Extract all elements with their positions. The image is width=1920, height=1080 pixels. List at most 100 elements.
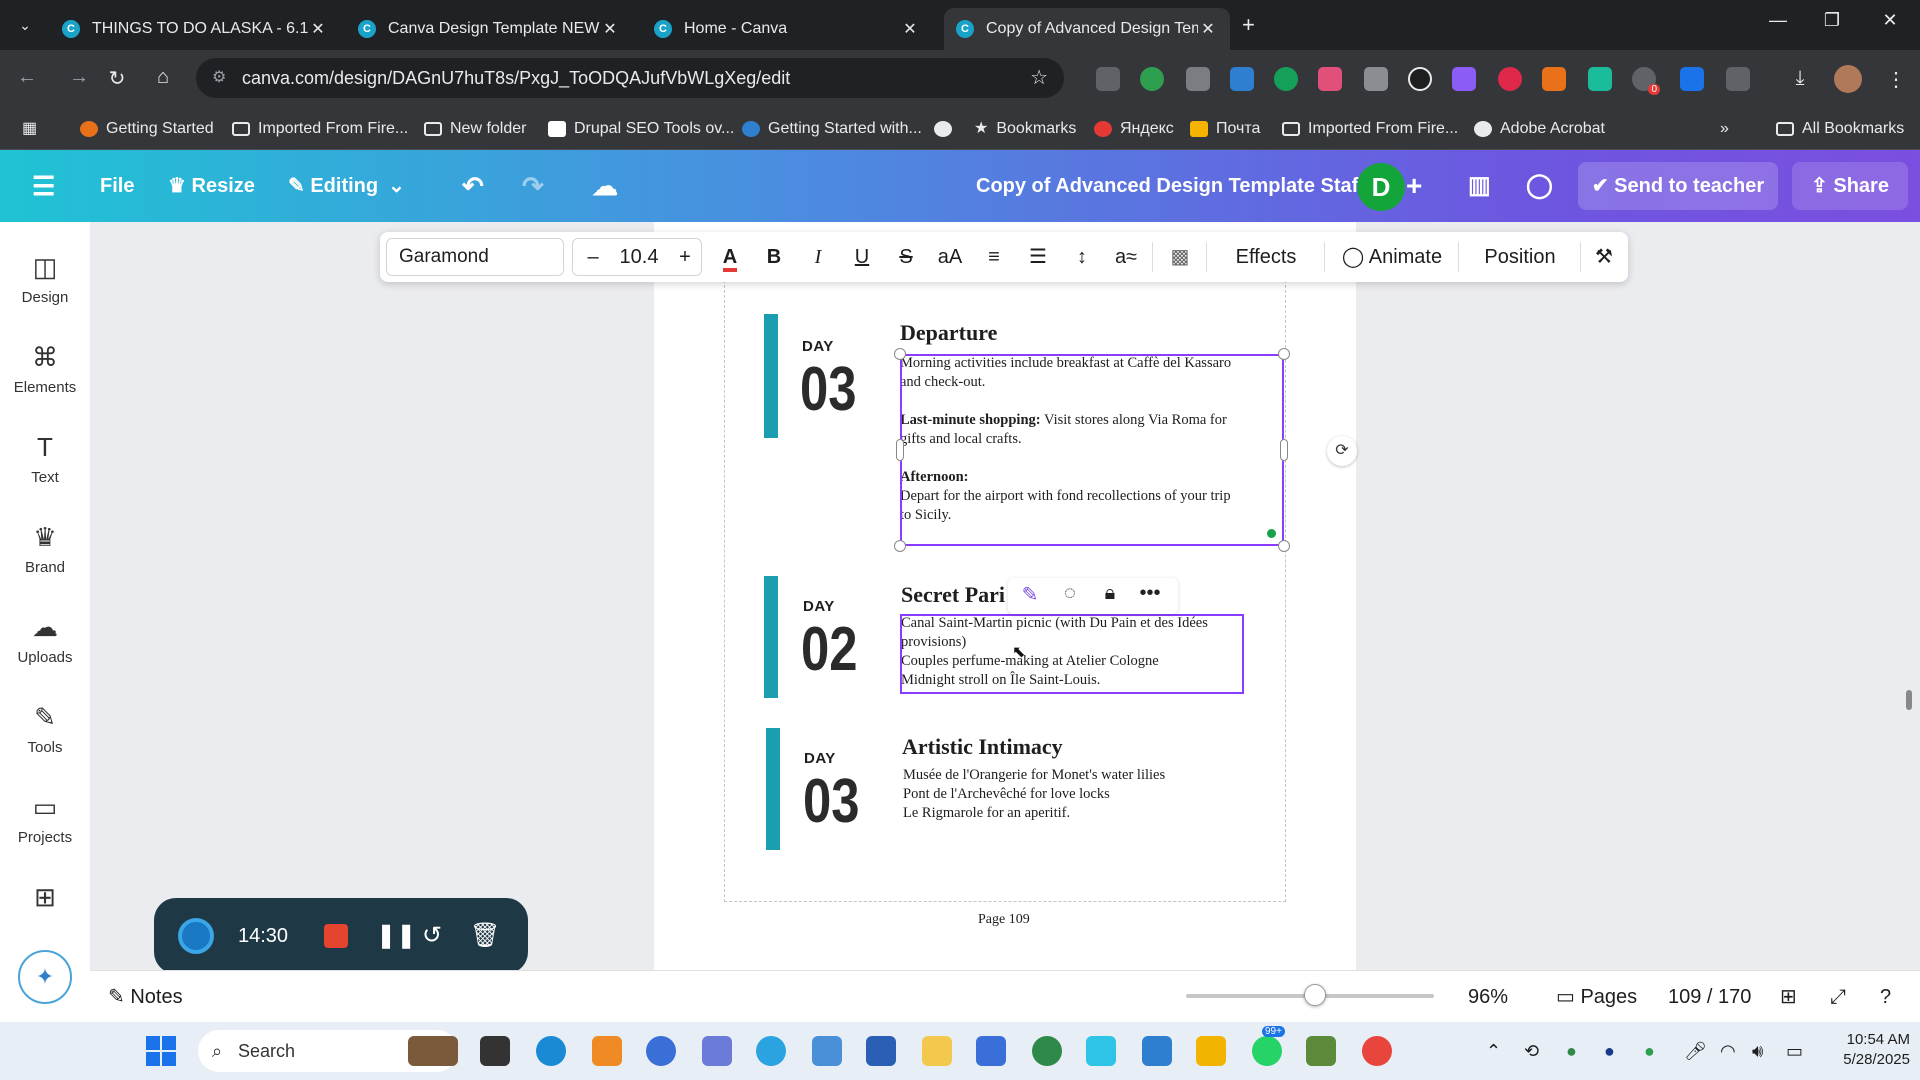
text-effects-icon[interactable]: a≈	[1106, 232, 1146, 282]
analytics-icon[interactable]: ▥	[1468, 150, 1491, 222]
cloud-saved-icon[interactable]: ☁	[592, 150, 618, 222]
extension-code-icon[interactable]	[1096, 67, 1120, 91]
section-title[interactable]: Artistic Intimacy	[902, 734, 1063, 760]
tray-app-icon[interactable]: ●	[1644, 1022, 1655, 1080]
extension-a-icon[interactable]	[1680, 67, 1704, 91]
bookmark-imported-from-firefox[interactable]: Imported From Fire...	[232, 108, 408, 150]
home-icon[interactable]: ⌂	[148, 66, 178, 89]
extension-github-icon[interactable]	[1408, 67, 1432, 91]
notes-button[interactable]: ✎ Notes	[108, 971, 183, 1023]
all-bookmarks[interactable]: All Bookmarks	[1776, 108, 1904, 150]
camera-extension-icon[interactable]	[1364, 67, 1388, 91]
zoom-percent[interactable]: 96%	[1468, 971, 1508, 1023]
close-icon[interactable]: ✕	[600, 19, 620, 39]
resize-button[interactable]: ♛ Resize	[168, 150, 255, 222]
snipping-tool-icon[interactable]	[812, 1036, 842, 1066]
close-icon[interactable]: ✕	[900, 19, 920, 39]
tab-search-icon[interactable]: ⌄	[12, 12, 38, 38]
day-label[interactable]: DAY	[802, 338, 834, 355]
font-family-dropdown[interactable]: Garamond	[386, 238, 564, 276]
day-accent-bar[interactable]	[764, 576, 778, 698]
rail-elements[interactable]: ⌘ Elements	[0, 342, 90, 396]
selected-textbox-outline[interactable]	[900, 354, 1284, 546]
resize-handle[interactable]	[894, 348, 906, 360]
delete-recording-icon[interactable]: 🗑︎	[470, 898, 500, 974]
section-title[interactable]: Secret Pari	[901, 582, 1005, 608]
resize-handle[interactable]	[1278, 540, 1290, 552]
strikethrough-icon[interactable]: S	[886, 232, 926, 282]
bookmark-bookmarks[interactable]: ★ Bookmarks	[974, 108, 1076, 150]
bold-icon[interactable]: B	[754, 232, 794, 282]
rail-design[interactable]: ◫ Design	[0, 252, 90, 306]
bookmarks-overflow-icon[interactable]: »	[1720, 108, 1729, 150]
underline-icon[interactable]: U	[842, 232, 882, 282]
extension-fullscreen-icon[interactable]	[1186, 67, 1210, 91]
add-collaborator-icon[interactable]: +	[1406, 150, 1422, 222]
bookmark-github[interactable]	[934, 108, 960, 150]
minimize-icon[interactable]: —	[1756, 10, 1800, 31]
telegram-icon[interactable]	[756, 1036, 786, 1066]
taskbar-widget-icon[interactable]	[408, 1036, 458, 1066]
section-body-text[interactable]: Musée de l'Orangerie for Monet's water l…	[903, 766, 1243, 823]
resize-handle[interactable]	[1278, 348, 1290, 360]
bookmark-imported-from-firefox-2[interactable]: Imported From Fire...	[1282, 108, 1458, 150]
comment-add-icon[interactable]: ◌	[1052, 582, 1088, 605]
restore-icon[interactable]: ❐	[1810, 10, 1854, 31]
editing-dropdown[interactable]: ✎ Editing ⌄	[288, 150, 405, 222]
pages-button[interactable]: ▭ Pages	[1556, 971, 1637, 1023]
redo-icon[interactable]: ↷	[522, 150, 544, 222]
new-tab-icon[interactable]: +	[1242, 12, 1255, 38]
undo-icon[interactable]: ↶	[462, 150, 484, 222]
extension-pink-icon[interactable]	[1318, 67, 1342, 91]
close-icon[interactable]: ✕	[308, 19, 328, 39]
position-button[interactable]: Position	[1466, 232, 1574, 282]
extension-red-icon[interactable]	[1498, 67, 1522, 91]
rail-projects[interactable]: ▭ Projects	[0, 792, 90, 846]
grammarly-icon[interactable]	[1274, 67, 1298, 91]
day-accent-bar[interactable]	[766, 728, 780, 850]
restart-icon[interactable]: ↺	[422, 898, 442, 974]
line-spacing-icon[interactable]: ↕	[1062, 232, 1102, 282]
day-label[interactable]: DAY	[804, 750, 836, 767]
increase-font-button[interactable]: +	[673, 239, 697, 275]
task-view-icon[interactable]	[480, 1036, 510, 1066]
pause-icon[interactable]: ❚❚	[376, 898, 416, 974]
app-icon[interactable]	[1306, 1036, 1336, 1066]
rail-uploads[interactable]: ☁ Uploads	[0, 612, 90, 666]
show-hidden-icons[interactable]: ⌃	[1486, 1022, 1501, 1080]
transparency-icon[interactable]: ▩	[1160, 232, 1200, 282]
tab-copy-of-advanced-design[interactable]: C Copy of Advanced Design Temp ✕	[944, 8, 1230, 50]
bookmark-pochta[interactable]: Почта	[1190, 108, 1260, 150]
zoom-slider-thumb[interactable]	[1303, 984, 1326, 1006]
help-icon[interactable]: ?	[1880, 971, 1891, 1023]
bookmark-getting-started-with[interactable]: Getting Started with...	[742, 108, 922, 150]
stop-recording-button[interactable]	[324, 924, 348, 948]
system-clock[interactable]: 10:54 AM 5/28/2025	[1810, 1030, 1910, 1070]
rail-apps[interactable]: ⊞	[0, 882, 90, 919]
bookmark-yandex[interactable]: Яндекс	[1094, 108, 1174, 150]
bullet-list-icon[interactable]: ☰	[1018, 232, 1058, 282]
extension-leaf-icon[interactable]	[1140, 67, 1164, 91]
app-icon[interactable]	[702, 1036, 732, 1066]
fullscreen-icon[interactable]: ⤢	[1830, 971, 1846, 1023]
back-icon[interactable]: ←	[12, 66, 42, 89]
send-to-teacher-button[interactable]: ✔ Send to teacher	[1578, 162, 1778, 210]
section-title[interactable]: Departure	[900, 320, 997, 346]
window-close-icon[interactable]: ✕	[1868, 10, 1912, 31]
italic-icon[interactable]: I	[798, 232, 838, 282]
word-icon[interactable]	[866, 1036, 896, 1066]
letter-case-icon[interactable]: aA	[930, 232, 970, 282]
windows-start-icon[interactable]	[146, 1036, 176, 1066]
notepad-icon[interactable]	[976, 1036, 1006, 1066]
hamburger-menu-icon[interactable]: ☰	[32, 150, 55, 222]
rail-brand[interactable]: ♛ Brand	[0, 522, 90, 576]
text-color-icon[interactable]: A	[710, 232, 750, 282]
edge-icon[interactable]	[536, 1036, 566, 1066]
whatsapp-icon[interactable]: 99+	[1252, 1026, 1285, 1066]
more-options-icon[interactable]: •••	[1132, 582, 1168, 605]
bookmark-getting-started[interactable]: Getting Started	[80, 108, 214, 150]
share-button[interactable]: ⇪ Share	[1792, 162, 1908, 210]
day-label[interactable]: DAY	[803, 598, 835, 615]
bookmark-drupal-seo-tools[interactable]: Drupal SEO Tools ov...	[548, 108, 734, 150]
canvas-scrollbar[interactable]	[1906, 690, 1912, 710]
